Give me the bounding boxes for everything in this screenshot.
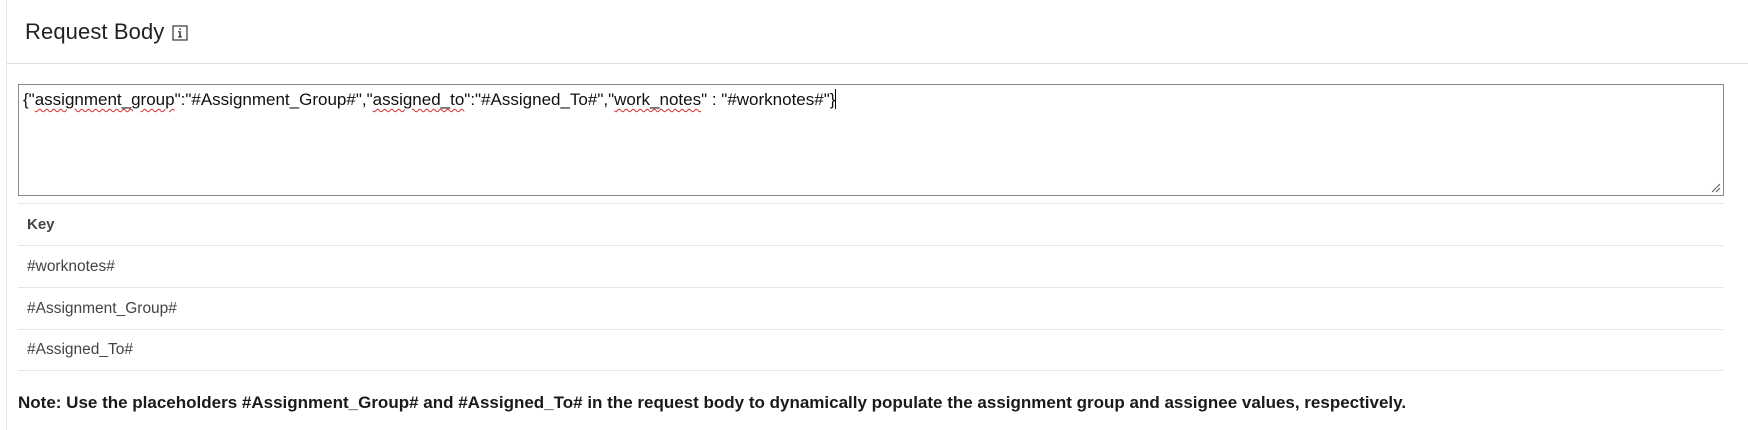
keys-table: Key #worknotes# #Assignment_Group# #Assi… bbox=[18, 203, 1724, 371]
panel-header: Request Body bbox=[7, 0, 1748, 64]
misspelled-word: assignment_group bbox=[34, 90, 175, 109]
request-body-textarea[interactable]: {"assignment_group":"#Assignment_Group#"… bbox=[18, 84, 1724, 196]
info-icon-glyph bbox=[172, 24, 189, 41]
text-caret bbox=[835, 89, 837, 109]
body-text-segment: {" bbox=[23, 90, 35, 109]
placeholder-note: Note: Use the placeholders #Assignment_G… bbox=[18, 393, 1407, 412]
misspelled-word: work_notes bbox=[614, 90, 702, 109]
panel-title: Request Body bbox=[25, 18, 165, 44]
keys-table-header: Key bbox=[18, 203, 1724, 245]
body-text-segment: ":"#Assigned_To#"," bbox=[464, 90, 615, 109]
info-icon[interactable] bbox=[172, 24, 189, 41]
request-body-text: {"assignment_group":"#Assignment_Group#"… bbox=[23, 89, 837, 110]
keys-table-row: #Assignment_Group# bbox=[18, 287, 1724, 329]
body-text-segment: ":"#Assignment_Group#"," bbox=[174, 90, 373, 109]
keys-table-row: #worknotes# bbox=[18, 245, 1724, 287]
misspelled-word: assigned_to bbox=[372, 90, 465, 109]
resize-handle-icon[interactable] bbox=[1709, 181, 1721, 193]
keys-table-row: #Assigned_To# bbox=[18, 329, 1724, 371]
body-text-segment: " : "#worknotes#"} bbox=[701, 90, 836, 109]
